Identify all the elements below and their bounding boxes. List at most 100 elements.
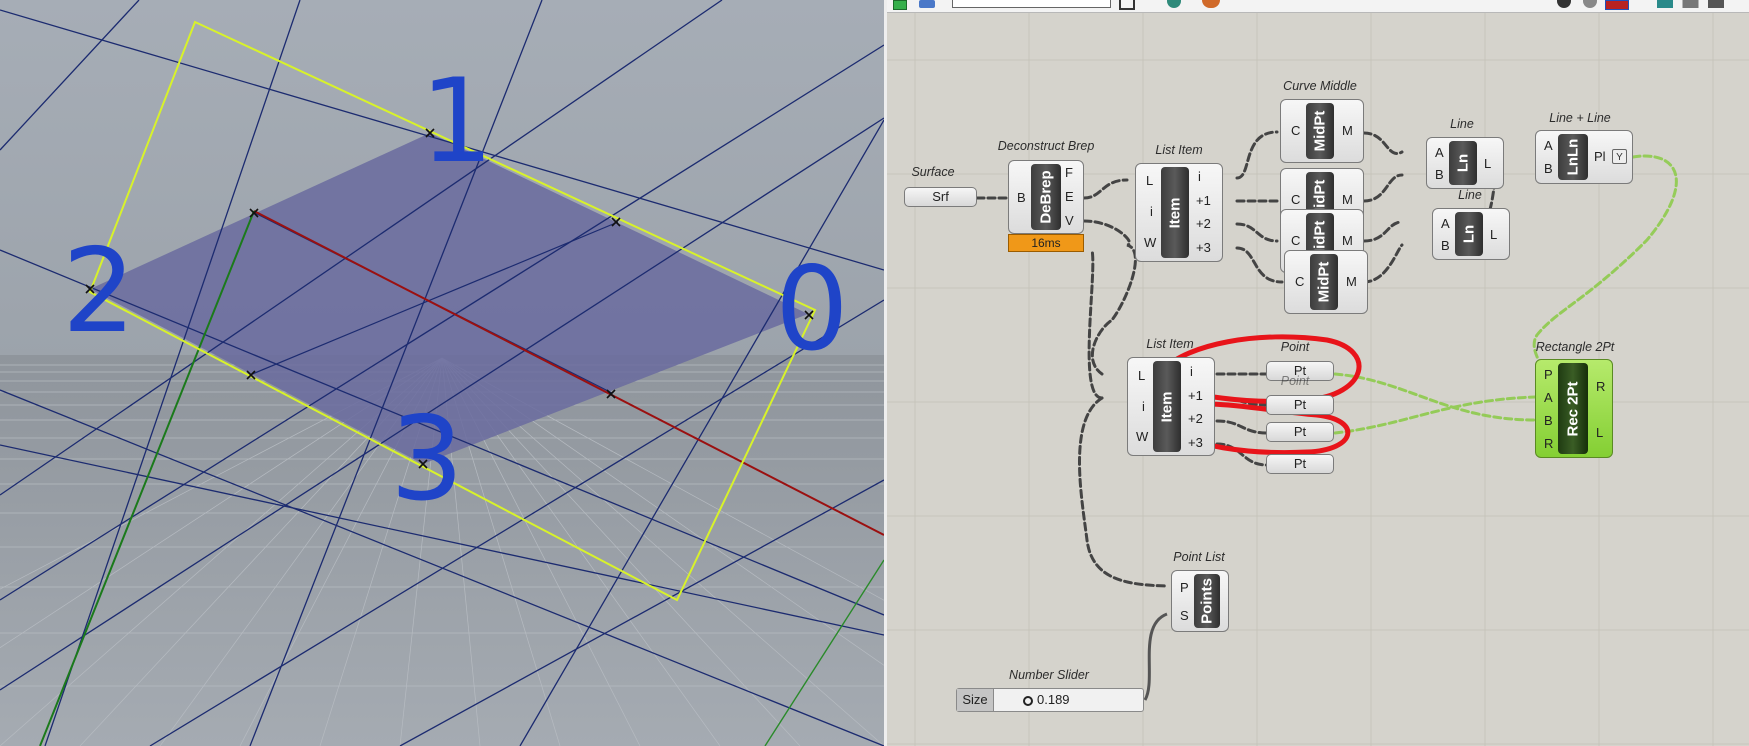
line-line-title: Line + Line — [1549, 111, 1611, 125]
line-1-title: Line — [1450, 117, 1474, 131]
corner-label-2: 2 — [62, 224, 136, 359]
line-line-toggle[interactable]: Y — [1612, 149, 1627, 164]
deconstruct-brep-title: Deconstruct Brep — [997, 139, 1095, 153]
curve-middle-output-m: M — [1342, 233, 1353, 248]
rhino-viewport[interactable]: 0 1 2 3 — [0, 0, 884, 746]
curve-middle-label: MidPt — [1311, 110, 1329, 152]
list-item-top-component[interactable]: L i W Item i +1 +2 +3 — [1135, 163, 1223, 262]
deconstruct-brep-label: DeBrep — [1037, 170, 1055, 224]
curve-middle-component-4[interactable]: C MidPt M — [1284, 250, 1368, 314]
point-list-title: Point List — [1173, 550, 1225, 564]
point-label: Pt — [1293, 424, 1307, 439]
list-item-top-output-1: +1 — [1196, 193, 1211, 208]
list-item-bottom-input-w: W — [1136, 429, 1149, 444]
curve-middle-core: MidPt — [1306, 103, 1334, 159]
deconstruct-brep-component[interactable]: B DeBrep F E V — [1008, 160, 1084, 234]
line-2-component[interactable]: A B Ln L — [1432, 208, 1510, 260]
list-item-top-core: Item — [1161, 167, 1189, 258]
line-2-label: Ln — [1460, 224, 1478, 244]
list-item-bottom-output-2: +2 — [1188, 411, 1203, 426]
list-item-bottom-core: Item — [1153, 361, 1181, 452]
line-line-input-a: A — [1544, 138, 1553, 153]
list-item-top-label: Item — [1166, 197, 1184, 228]
point-param-2[interactable]: Pt — [1266, 395, 1334, 415]
rectangle-2pt-component[interactable]: P A B R Rec 2Pt R L — [1535, 359, 1613, 458]
rectangle-2pt-input-r: R — [1544, 436, 1554, 451]
line-1-core: Ln — [1449, 141, 1477, 185]
line-2-input-b: B — [1441, 238, 1450, 253]
curve-middle-input-c: C — [1291, 233, 1301, 248]
surface-title: Surface — [911, 165, 955, 179]
list-item-bottom-input-i: i — [1142, 399, 1145, 414]
number-slider-knob[interactable] — [1023, 696, 1033, 706]
curve-middle-output-m: M — [1346, 274, 1357, 289]
list-item-bottom-label: Item — [1158, 391, 1176, 422]
deconstruct-brep-output-f: F — [1065, 165, 1073, 180]
number-slider[interactable]: Size 0.189 — [956, 688, 1144, 712]
list-item-top-output-2: +2 — [1196, 216, 1211, 231]
surface-label: Srf — [932, 189, 949, 204]
grasshopper-canvas[interactable]: Surface Srf Deconstruct Brep B DeBrep F … — [887, 0, 1749, 746]
point-label: Pt — [1293, 397, 1307, 412]
number-slider-label: Size — [957, 689, 994, 711]
list-item-top-input-w: W — [1144, 235, 1157, 250]
rectangle-2pt-output-l: L — [1596, 425, 1604, 440]
point-list-input-p: P — [1180, 580, 1189, 595]
curve-middle-core: MidPt — [1310, 254, 1338, 310]
list-item-bottom-output-3: +3 — [1188, 435, 1203, 450]
list-item-top-output-3: +3 — [1196, 240, 1211, 255]
list-item-bottom-title: List Item — [1146, 337, 1194, 351]
list-item-bottom-output-1: +1 — [1188, 388, 1203, 403]
line-line-input-b: B — [1544, 161, 1553, 176]
point-title: Point — [1280, 340, 1310, 354]
rectangle-2pt-core: Rec 2Pt — [1558, 363, 1588, 454]
list-item-top-title: List Item — [1155, 143, 1203, 157]
list-item-top-input-i: i — [1150, 204, 1153, 219]
line-1-output-l: L — [1484, 156, 1492, 171]
point-list-input-s: S — [1180, 608, 1189, 623]
point-list-component[interactable]: P S Points — [1171, 570, 1229, 632]
line-2-output-l: L — [1490, 227, 1498, 242]
point-param-4[interactable]: Pt — [1266, 454, 1334, 474]
line-2-core: Ln — [1455, 212, 1483, 256]
surface-param[interactable]: Srf — [904, 187, 977, 207]
deconstruct-brep-output-e: E — [1065, 189, 1074, 204]
list-item-bottom-input-l: L — [1138, 368, 1146, 383]
list-item-bottom-component[interactable]: L i W Item i +1 +2 +3 — [1127, 357, 1215, 456]
rectangle-2pt-input-p: P — [1544, 367, 1553, 382]
curve-middle-title: Curve Middle — [1283, 79, 1357, 93]
point-param-3[interactable]: Pt — [1266, 422, 1334, 442]
list-item-top-output-i: i — [1198, 169, 1201, 184]
corner-label-3: 3 — [390, 392, 464, 527]
point-label: Pt — [1293, 456, 1307, 471]
curve-middle-label: MidPt — [1315, 261, 1333, 303]
line-2-input-a: A — [1441, 216, 1450, 231]
line-1-label: Ln — [1454, 153, 1472, 173]
corner-label-0: 0 — [775, 242, 849, 377]
profiler-badge: 16ms — [1008, 234, 1084, 252]
deconstruct-brep-core: DeBrep — [1031, 164, 1061, 230]
rectangle-2pt-input-b: B — [1544, 413, 1553, 428]
line-1-component[interactable]: A B Ln L — [1426, 137, 1504, 189]
point-title-partial: Point — [1280, 374, 1310, 388]
rectangle-2pt-output-r: R — [1596, 379, 1606, 394]
curve-middle-component-1[interactable]: C MidPt M — [1280, 99, 1364, 163]
curve-middle-input-c: C — [1291, 192, 1301, 207]
deconstruct-brep-output-v: V — [1065, 213, 1074, 228]
line-2-title: Line — [1458, 188, 1482, 202]
list-item-top-input-l: L — [1146, 173, 1154, 188]
curve-middle-output-m: M — [1342, 123, 1353, 138]
rectangle-2pt-title: Rectangle 2Pt — [1535, 340, 1615, 354]
line-1-input-b: B — [1435, 167, 1444, 182]
number-slider-title: Number Slider — [1009, 668, 1089, 682]
number-slider-value: 0.189 — [1037, 692, 1070, 707]
curve-middle-input-c: C — [1295, 274, 1305, 289]
line-line-component[interactable]: A B LnLn Pl Y — [1535, 130, 1633, 184]
corner-label-1: 1 — [420, 54, 494, 189]
deconstruct-brep-input-b: B — [1017, 190, 1026, 205]
curve-middle-output-m: M — [1342, 192, 1353, 207]
line-1-input-a: A — [1435, 145, 1444, 160]
point-list-core: Points — [1194, 574, 1220, 628]
line-line-label: LnLn — [1564, 138, 1582, 176]
line-line-output-pl: Pl — [1594, 149, 1606, 164]
